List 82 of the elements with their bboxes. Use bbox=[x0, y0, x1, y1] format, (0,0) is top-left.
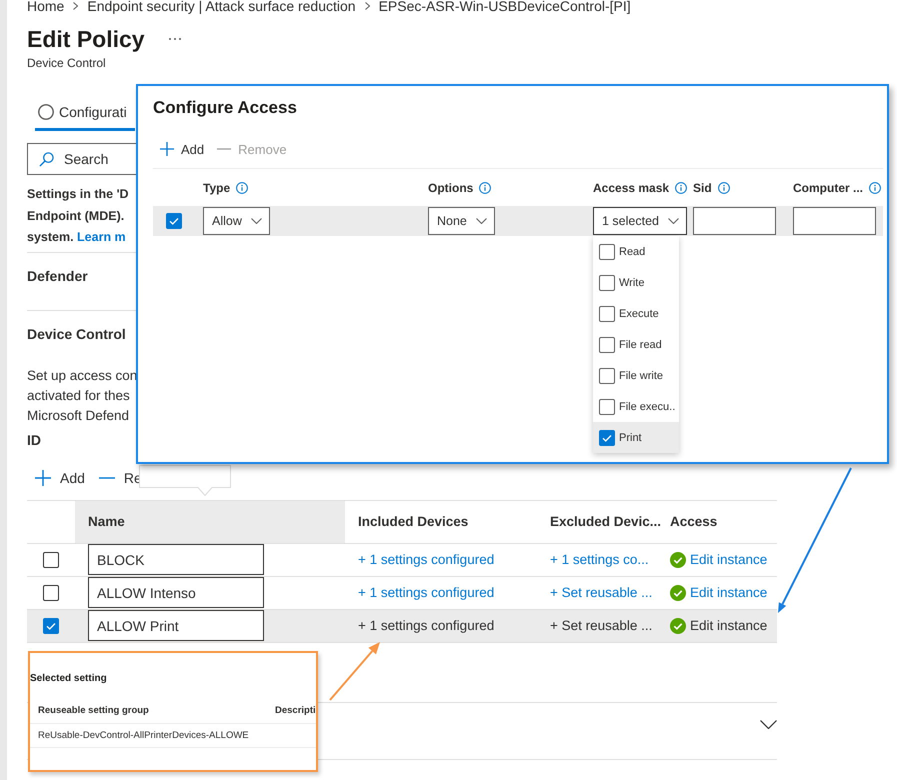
checkbox[interactable] bbox=[599, 368, 615, 384]
column-header: Access mask bbox=[593, 181, 670, 195]
edit-instance-link[interactable]: Edit instance bbox=[690, 552, 768, 567]
excluded-devices-link[interactable]: + Set reusable ... bbox=[550, 585, 652, 600]
search-icon bbox=[39, 152, 54, 167]
info-icon[interactable] bbox=[479, 182, 492, 194]
menu-item[interactable]: Print bbox=[593, 422, 679, 453]
dropdown[interactable]: 1 selected bbox=[593, 207, 687, 235]
excluded-devices-link[interactable]: + Set reusable ... bbox=[550, 618, 652, 633]
minus-icon bbox=[217, 148, 232, 150]
chevron-right-icon bbox=[364, 2, 370, 10]
checkbox[interactable] bbox=[599, 306, 615, 322]
chevron-down-icon bbox=[476, 218, 487, 224]
menu-item[interactable]: File execu.. bbox=[593, 391, 679, 422]
section-description: Set up access con activated for thes Microsoft Defend bbox=[27, 366, 138, 424]
add-button[interactable]: Add bbox=[160, 140, 204, 158]
minus-icon bbox=[98, 476, 115, 478]
menu-item[interactable]: Write bbox=[593, 267, 679, 298]
name-field[interactable]: ALLOW Intenso bbox=[88, 577, 264, 608]
column-header: Sid bbox=[693, 181, 712, 195]
field-label: ID bbox=[27, 432, 41, 448]
check-circle-icon bbox=[670, 618, 686, 634]
learn-more-link[interactable]: Learn m bbox=[77, 230, 126, 244]
checkbox[interactable] bbox=[599, 398, 615, 414]
column-header: Type bbox=[203, 181, 230, 195]
checkbox[interactable] bbox=[599, 244, 615, 260]
checkbox[interactable] bbox=[43, 618, 59, 634]
text-field[interactable] bbox=[693, 207, 776, 235]
text-field[interactable] bbox=[793, 207, 876, 235]
intro-text: Settings in the 'D Endpoint (MDE). system. Learn m bbox=[27, 186, 129, 246]
column-header[interactable]: Included Devices bbox=[345, 500, 537, 542]
menu-item[interactable]: File read bbox=[593, 329, 679, 360]
add-button[interactable]: Add bbox=[35, 468, 85, 486]
page-subtitle: Device Control bbox=[27, 55, 106, 71]
name-field[interactable]: ALLOW Print bbox=[88, 610, 264, 641]
menu-item[interactable]: Read bbox=[593, 236, 679, 267]
check-circle-icon bbox=[670, 552, 686, 568]
info-icon[interactable] bbox=[236, 182, 248, 194]
section-title: Device Control bbox=[27, 326, 126, 342]
name-field[interactable]: BLOCK bbox=[88, 544, 264, 575]
menu-item[interactable]: Execute bbox=[593, 298, 679, 329]
section-title: Defender bbox=[27, 268, 88, 284]
menu-item[interactable]: File write bbox=[593, 360, 679, 391]
search-field[interactable]: Search bbox=[27, 143, 136, 175]
checkbox[interactable] bbox=[43, 552, 59, 568]
checkbox[interactable] bbox=[599, 274, 615, 290]
included-devices-link[interactable]: + 1 settings configured bbox=[358, 585, 494, 600]
circle-icon bbox=[38, 104, 54, 120]
checkbox[interactable] bbox=[43, 584, 59, 600]
chevron-right-icon bbox=[73, 2, 78, 10]
column-header: Computer ... bbox=[793, 181, 864, 195]
dropdown[interactable]: Allow bbox=[203, 207, 270, 235]
chevron-down-icon bbox=[668, 218, 679, 224]
column-header[interactable]: Name bbox=[75, 500, 345, 542]
checkbox[interactable] bbox=[599, 336, 615, 352]
column-header: Options bbox=[428, 181, 474, 195]
included-devices-link[interactable]: + 1 settings configured bbox=[358, 552, 494, 567]
checkbox[interactable] bbox=[166, 213, 182, 229]
info-icon[interactable] bbox=[718, 182, 730, 194]
edit-instance-link[interactable]: Edit instance bbox=[690, 618, 768, 633]
table-cell: ReUsable-DevControl-AllPrinterDevices-ALLOWE bbox=[38, 729, 249, 743]
page-title: Edit Policy bbox=[27, 25, 145, 53]
chevron-down-icon bbox=[250, 218, 262, 224]
breadcrumb-link[interactable]: EPSec-ASR-Win-USBDeviceControl-[PI] bbox=[378, 0, 631, 12]
edit-instance-link[interactable]: Edit instance bbox=[690, 585, 768, 600]
breadcrumb-link[interactable]: Home bbox=[27, 0, 64, 12]
breadcrumb-link[interactable]: Endpoint security | Attack surface reduction bbox=[87, 0, 356, 12]
panel-title: Configure Access bbox=[153, 97, 297, 119]
info-icon[interactable] bbox=[675, 182, 688, 194]
dropdown[interactable]: None bbox=[428, 207, 495, 235]
check-circle-icon bbox=[670, 584, 686, 600]
checkbox[interactable] bbox=[599, 430, 615, 446]
column-header: Descripti bbox=[275, 704, 316, 718]
plus-icon bbox=[35, 470, 51, 486]
callout-arrow bbox=[329, 642, 380, 701]
panel-title: Selected setting bbox=[30, 673, 107, 685]
plus-icon bbox=[160, 142, 174, 156]
included-devices-link[interactable]: + 1 settings configured bbox=[358, 618, 494, 633]
column-header: Reuseable setting group bbox=[38, 704, 149, 718]
info-icon[interactable] bbox=[869, 182, 882, 194]
chevron-down-icon bbox=[760, 720, 777, 728]
excluded-devices-link[interactable]: + 1 settings co... bbox=[550, 552, 649, 567]
